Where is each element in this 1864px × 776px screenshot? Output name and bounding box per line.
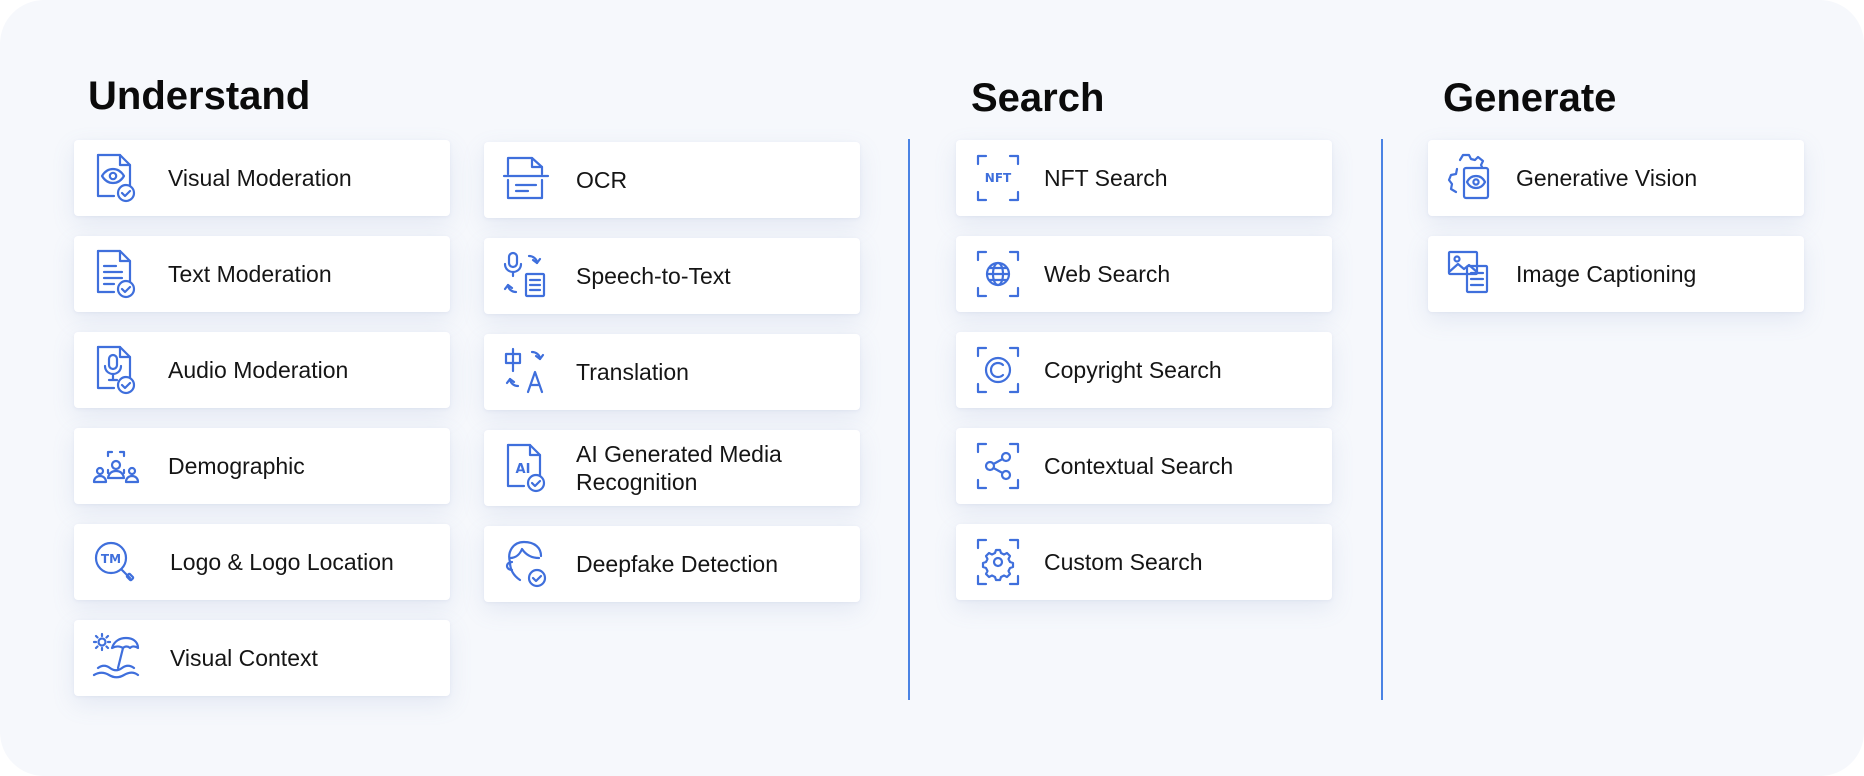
card-ai-generated-media[interactable]: AI AI Generated Media Recognition bbox=[484, 430, 860, 506]
speech-to-text-icon bbox=[502, 250, 550, 302]
card-label: AI Generated Media Recognition bbox=[576, 441, 782, 495]
card-audio-moderation[interactable]: Audio Moderation bbox=[74, 332, 450, 408]
card-label: Logo & Logo Location bbox=[170, 549, 394, 575]
nft-search-icon: NFT bbox=[974, 152, 1022, 204]
card-label: Image Captioning bbox=[1516, 261, 1697, 287]
card-label: Deepfake Detection bbox=[576, 551, 779, 577]
card-label: Contextual Search bbox=[1044, 453, 1234, 479]
trademark-glyph: TM bbox=[101, 552, 121, 566]
deepfake-detection-icon bbox=[502, 538, 550, 590]
section-divider-search bbox=[908, 139, 910, 700]
section-divider-generate bbox=[1381, 139, 1383, 700]
nft-glyph: NFT bbox=[985, 171, 1012, 185]
ai-glyph: AI bbox=[516, 462, 531, 477]
card-web-search[interactable]: Web Search bbox=[956, 236, 1332, 312]
section-title-generate: Generate bbox=[1443, 76, 1617, 120]
card-deepfake-detection[interactable]: Deepfake Detection bbox=[484, 526, 860, 602]
logo-location-icon: TM bbox=[92, 536, 140, 588]
card-label: Custom Search bbox=[1044, 549, 1203, 575]
web-search-icon bbox=[974, 248, 1022, 300]
copyright-search-icon bbox=[974, 344, 1022, 396]
card-label: Speech-to-Text bbox=[576, 263, 731, 289]
card-demographic[interactable]: Demographic bbox=[74, 428, 450, 504]
audio-moderation-icon bbox=[92, 344, 140, 396]
card-label: Copyright Search bbox=[1044, 357, 1222, 383]
contextual-search-icon bbox=[974, 440, 1022, 492]
card-label: OCR bbox=[576, 167, 628, 193]
visual-context-icon bbox=[92, 632, 140, 684]
visual-moderation-icon bbox=[92, 152, 140, 204]
card-label: Demographic bbox=[168, 453, 305, 479]
card-text-moderation[interactable]: Text Moderation bbox=[74, 236, 450, 312]
demographic-icon bbox=[92, 440, 140, 492]
card-contextual-search[interactable]: Contextual Search bbox=[956, 428, 1332, 504]
generative-vision-icon bbox=[1446, 152, 1494, 204]
card-label: Generative Vision bbox=[1516, 165, 1698, 191]
card-visual-moderation[interactable]: Visual Moderation bbox=[74, 140, 450, 216]
card-translation[interactable]: Translation bbox=[484, 334, 860, 410]
text-moderation-icon bbox=[92, 248, 140, 300]
card-label: Visual Context bbox=[170, 645, 318, 671]
image-captioning-icon bbox=[1446, 248, 1494, 300]
ocr-icon bbox=[502, 154, 550, 206]
card-custom-search[interactable]: Custom Search bbox=[956, 524, 1332, 600]
card-copyright-search[interactable]: Copyright Search bbox=[956, 332, 1332, 408]
card-nft-search[interactable]: NFT NFT Search bbox=[956, 140, 1332, 216]
card-label: Audio Moderation bbox=[168, 357, 349, 383]
card-speech-to-text[interactable]: Speech-to-Text bbox=[484, 238, 860, 314]
card-label: Web Search bbox=[1044, 261, 1171, 287]
section-title-search: Search bbox=[971, 76, 1105, 120]
card-generative-vision[interactable]: Generative Vision bbox=[1428, 140, 1804, 216]
custom-search-icon bbox=[974, 536, 1022, 588]
ai-generated-media-icon: AI bbox=[502, 442, 550, 494]
section-title-understand: Understand bbox=[88, 74, 311, 118]
card-label: Translation bbox=[576, 359, 689, 385]
card-label: Text Moderation bbox=[168, 261, 332, 287]
capabilities-panel: Understand Search Generate Visual Modera… bbox=[0, 0, 1864, 776]
card-logo-location[interactable]: TM Logo & Logo Location bbox=[74, 524, 450, 600]
card-ocr[interactable]: OCR bbox=[484, 142, 860, 218]
card-label: Visual Moderation bbox=[168, 165, 352, 191]
card-visual-context[interactable]: Visual Context bbox=[74, 620, 450, 696]
card-label: NFT Search bbox=[1044, 165, 1168, 191]
translation-icon bbox=[502, 346, 550, 398]
card-image-captioning[interactable]: Image Captioning bbox=[1428, 236, 1804, 312]
